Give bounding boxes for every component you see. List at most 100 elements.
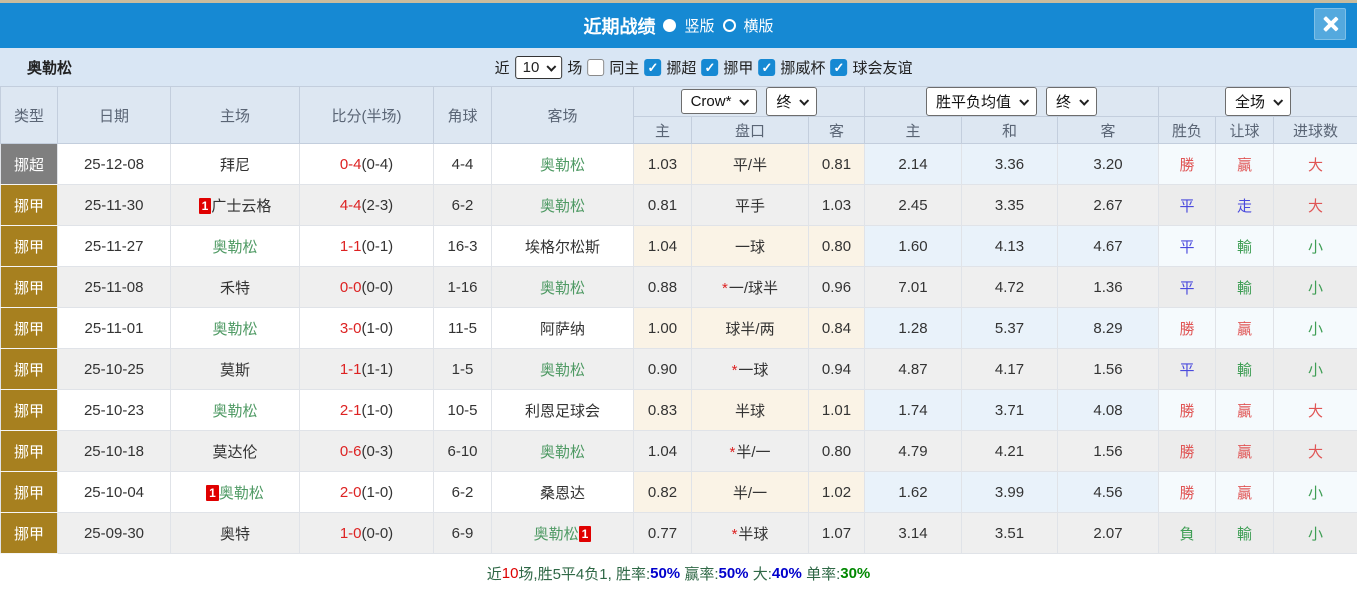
sub-header-home-odds: 主 [633,116,692,144]
lose-odds-cell: 1.36 [1057,266,1159,308]
league-checkbox-nosuper[interactable]: ✓ [644,58,662,76]
europe-time-select[interactable]: 终 [1046,87,1098,116]
team-link[interactable]: 莫斯 [220,362,250,379]
date-cell: 25-11-08 [57,266,171,308]
draw-odds-cell: 3.35 [961,184,1058,226]
chevron-down-icon [1019,95,1030,106]
sub-header-lose: 客 [1057,116,1159,144]
team-link[interactable]: 奥勒松 [540,362,585,379]
table-row: 挪甲 25-11-01 奥勒松 3-0(1-0) 11-5 阿萨纳 1.00 球半/两 0.84… [0,307,1357,349]
recent-label: 近 [494,59,510,77]
score-cell: 0-4(0-4) [299,143,434,185]
league-checkbox-friendly[interactable]: ✓ [830,58,848,76]
home-team-cell: 1 奥勒松 [170,471,300,513]
radio-vertical-label[interactable]: 竖版 [684,15,714,36]
team-link[interactable]: 奥勒松 [212,403,257,420]
team-link[interactable]: 桑恩达 [540,485,585,502]
league-type-cell: 挪甲 [0,430,58,472]
home-odds-cell: 1.00 [633,307,692,349]
date-cell: 25-11-27 [57,225,171,267]
same-home-label: 同主 [609,59,640,77]
win-odds-cell: 4.87 [864,348,962,390]
recent-count-select[interactable]: 10 [514,55,563,79]
close-button[interactable] [1314,8,1346,40]
win-odds-cell: 1.62 [864,471,962,513]
league-checkbox-nocup[interactable]: ✓ [758,58,776,76]
team-link[interactable]: 拜尼 [220,157,250,174]
table-row: 挪甲 25-10-23 奥勒松 2-1(1-0) 10-5 利恩足球会 0.83 半球 1.01… [0,389,1357,431]
europe-odds-header: 胜平负均值 终 [864,86,1159,117]
win-odds-cell: 1.28 [864,307,962,349]
corner-cell: 16-3 [433,225,492,267]
summary-segment: 近 [486,566,502,583]
away-team-cell: 埃格尔松斯 [491,225,634,267]
home-odds-cell: 1.03 [633,143,692,185]
team-link[interactable]: 埃格尔松斯 [525,239,600,256]
matches-label: 场 [567,59,583,77]
date-cell: 25-10-23 [57,389,171,431]
home-team-cell: 1 广士云格 [170,184,300,226]
bookmaker-value: Crow* [690,93,732,110]
team-link[interactable]: 阿萨纳 [540,321,585,338]
home-team-cell: 奥勒松 [170,389,300,431]
radio-unselected-icon[interactable] [722,19,736,32]
chevron-down-icon [1079,95,1090,106]
draw-odds-cell: 4.72 [961,266,1058,308]
league-type-cell: 挪甲 [0,389,58,431]
league-checkbox-nofirst[interactable]: ✓ [701,58,719,76]
bookmaker-select[interactable]: Crow* [680,89,758,114]
europe-odds-select[interactable]: 胜平负均值 [925,87,1037,116]
check-icon: ✓ [761,59,773,75]
handicap-result-cell: 走 [1215,184,1274,226]
team-link[interactable]: 利恩足球会 [525,403,600,420]
home-team-cell: 拜尼 [170,143,300,185]
home-odds-cell: 0.82 [633,471,692,513]
away-odds-cell: 0.94 [808,348,865,390]
team-link[interactable]: 奥勒松 [540,198,585,215]
handicap-cell: *一/球半 [691,266,809,308]
team-link[interactable]: 奥勒松 [212,321,257,338]
radio-selected-icon[interactable] [663,19,677,32]
corner-cell: 11-5 [433,307,492,349]
europe-time-value: 终 [1056,94,1072,111]
handicap-result-cell: 輸 [1215,266,1274,308]
match-result-cell: 勝 [1158,430,1216,472]
col-header-score: 比分(半场) [299,86,434,144]
same-home-checkbox[interactable] [587,58,605,76]
table-row: 挪甲 25-10-04 1 奥勒松 2-0(1-0) 6-2 桑恩达 0.82 半/一 1.02 1… [0,471,1357,513]
corner-cell: 1-16 [433,266,492,308]
radio-horizontal-label[interactable]: 横版 [744,15,774,36]
away-odds-cell: 0.80 [808,225,865,267]
away-odds-cell: 0.84 [808,307,865,349]
handicap-result-cell: 輸 [1215,225,1274,267]
team-link[interactable]: 奥勒松 [540,157,585,174]
team-link[interactable]: 莫达伦 [212,444,257,461]
team-link[interactable]: 奥勒松 [540,444,585,461]
sub-header-result: 胜负 [1158,116,1216,144]
home-team-cell: 奥勒松 [170,225,300,267]
team-link[interactable]: 奥特 [220,526,250,543]
team-link[interactable]: 广士云格 [211,198,271,215]
team-link[interactable]: 奥勒松 [212,239,257,256]
score-cell: 4-4(2-3) [299,184,434,226]
team-link[interactable]: 奥勒松 [534,526,579,543]
table-row: 挪甲 25-11-27 奥勒松 1-1(0-1) 16-3 埃格尔松斯 1.04 一球 0.80… [0,225,1357,267]
score-cell: 3-0(1-0) [299,307,434,349]
summary-segment: 30% [840,565,871,582]
sub-header-goals: 进球数 [1272,116,1357,144]
home-odds-cell: 0.81 [633,184,692,226]
odds-time-select[interactable]: 终 [766,87,818,116]
date-cell: 25-09-30 [57,512,171,554]
scope-select[interactable]: 全场 [1225,87,1292,116]
team-link[interactable]: 奥勒松 [219,485,264,502]
away-odds-cell: 1.01 [808,389,865,431]
match-result-cell: 平 [1158,348,1216,390]
team-link[interactable]: 奥勒松 [540,280,585,297]
lose-odds-cell: 4.56 [1057,471,1159,513]
team-link[interactable]: 禾特 [220,280,250,297]
sub-header-handicap: 盘口 [691,116,809,144]
underdog-star: * [729,443,736,461]
goals-result-cell: 小 [1272,348,1357,390]
home-odds-cell: 0.83 [633,389,692,431]
date-cell: 25-10-18 [57,430,171,472]
